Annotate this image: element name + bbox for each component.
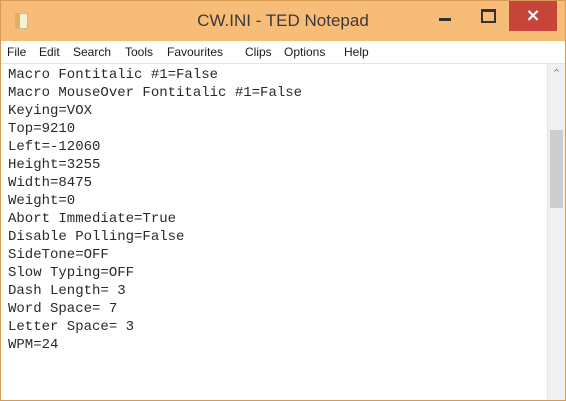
menu-search[interactable]: Search [73,45,111,59]
editor-line: Letter Space= 3 [8,319,135,335]
menu-file[interactable]: File [7,45,26,59]
menu-options[interactable]: Options [284,45,325,59]
maximize-icon [480,9,496,23]
editor-line: Macro MouseOver Fontitalic #1=False [8,85,303,101]
text-editor-area[interactable]: Macro Fontitalic #1=False Macro MouseOve… [1,64,547,400]
editor-line: SideTone=OFF [8,247,109,263]
minimize-button[interactable] [423,1,467,31]
scroll-thumb[interactable] [550,130,563,208]
editor-line: WPM=24 [8,337,59,353]
close-icon: × [525,5,541,26]
menu-favourites[interactable]: Favourites [167,45,223,59]
menu-edit[interactable]: Edit [39,45,60,59]
editor-line: Height=3255 [8,157,101,173]
editor-line: Macro Fontitalic #1=False [8,67,219,83]
editor-line: Abort Immediate=True [8,211,177,227]
close-button[interactable]: × [509,1,557,31]
editor-line: Left=-12060 [8,139,101,155]
editor-line: Word Space= 7 [8,301,118,317]
editor-line: Slow Typing=OFF [8,265,135,281]
editor-line: Keying=VOX [8,103,93,119]
editor-line: Top=9210 [8,121,76,137]
editor-line: Weight=0 [8,193,76,209]
menu-bar: File Edit Search Tools Favourites Clips … [1,41,565,64]
editor-line: Dash Length= 3 [8,283,126,299]
minimize-icon [439,17,451,21]
editor-line: Width=8475 [8,175,93,191]
vertical-scrollbar[interactable]: ^ [547,64,565,400]
menu-help[interactable]: Help [344,45,369,59]
title-bar[interactable]: CW.INI - TED Notepad × [1,1,565,41]
menu-clips[interactable]: Clips [245,45,272,59]
editor-line: Disable Polling=False [8,229,185,245]
maximize-button[interactable] [467,1,509,31]
scroll-up-arrow-icon[interactable]: ^ [548,64,565,81]
menu-tools[interactable]: Tools [125,45,153,59]
notepad-window: CW.INI - TED Notepad × File Edit Search … [0,0,566,401]
